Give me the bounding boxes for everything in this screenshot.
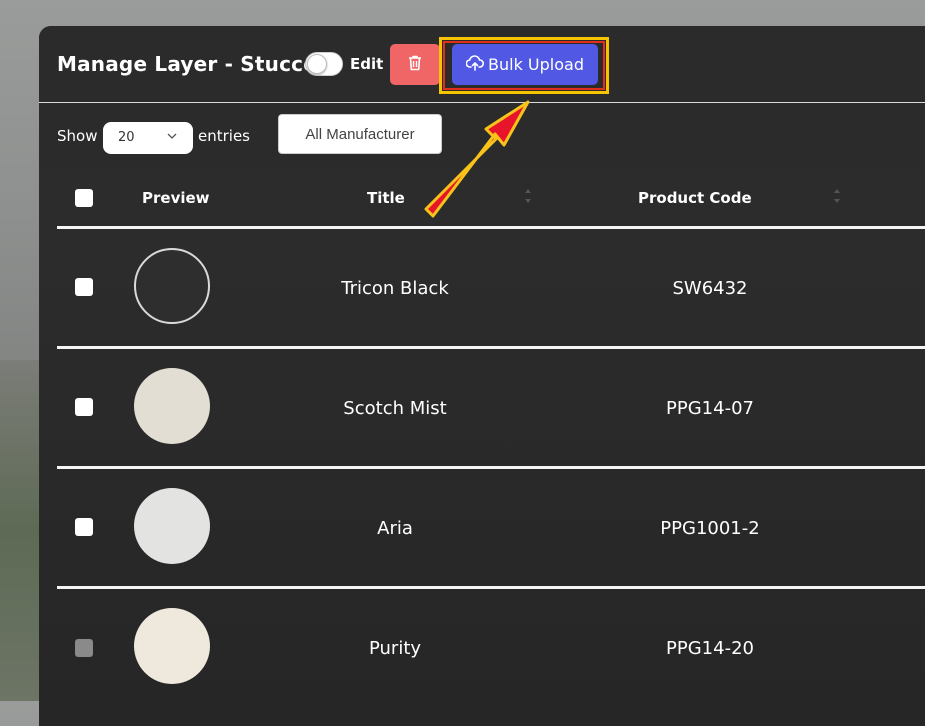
cell-product-code: SW6432 bbox=[672, 278, 748, 299]
table-controls: Show 20 entries All Manufacturer bbox=[57, 110, 925, 156]
cell-product-code: PPG14-20 bbox=[666, 638, 754, 659]
edit-label: Edit bbox=[350, 55, 384, 73]
entries-value: 20 bbox=[118, 130, 135, 145]
cell-title: Scotch Mist bbox=[343, 398, 447, 419]
column-header-product-code[interactable]: Product Code bbox=[638, 189, 752, 207]
cell-title: Aria bbox=[377, 518, 413, 539]
table-row: Aria PPG1001-2 bbox=[57, 469, 925, 589]
cell-product-code: PPG1001-2 bbox=[660, 518, 760, 539]
show-label: Show bbox=[57, 127, 98, 145]
table-row: Scotch Mist PPG14-07 bbox=[57, 349, 925, 469]
bulk-upload-button[interactable]: Bulk Upload bbox=[452, 44, 598, 85]
bulk-upload-label: Bulk Upload bbox=[488, 55, 584, 74]
cloud-upload-icon bbox=[465, 54, 485, 75]
row-checkbox[interactable] bbox=[75, 278, 93, 296]
sort-icon[interactable] bbox=[524, 186, 532, 206]
delete-button[interactable] bbox=[390, 44, 440, 85]
table-row: Purity PPG14-20 bbox=[57, 589, 925, 706]
color-swatch bbox=[134, 248, 210, 324]
table-row: Tricon Black SW6432 bbox=[57, 229, 925, 349]
column-header-preview: Preview bbox=[142, 189, 210, 207]
page-title: Manage Layer - Stucco bbox=[57, 52, 318, 76]
background bbox=[0, 360, 40, 701]
cell-product-code: PPG14-07 bbox=[666, 398, 754, 419]
color-swatch bbox=[134, 608, 210, 684]
column-header-title[interactable]: Title bbox=[367, 189, 405, 207]
entries-label: entries bbox=[198, 127, 250, 145]
chevron-down-icon bbox=[167, 130, 177, 145]
panel-header: Manage Layer - Stucco Edit Bulk Upload bbox=[39, 26, 925, 103]
row-checkbox[interactable] bbox=[75, 639, 93, 657]
cell-title: Tricon Black bbox=[341, 278, 449, 299]
row-checkbox[interactable] bbox=[75, 398, 93, 416]
sort-icon[interactable] bbox=[833, 186, 841, 206]
row-checkbox[interactable] bbox=[75, 518, 93, 536]
entries-select[interactable]: 20 bbox=[103, 122, 193, 154]
cell-title: Purity bbox=[368, 638, 422, 659]
trash-icon bbox=[408, 55, 422, 74]
manufacturer-filter-button[interactable]: All Manufacturer bbox=[278, 114, 442, 154]
edit-toggle[interactable] bbox=[305, 52, 343, 76]
toggle-knob bbox=[307, 54, 327, 74]
table-header: Preview Title Product Code bbox=[57, 174, 925, 229]
select-all-checkbox[interactable] bbox=[75, 189, 93, 207]
color-swatch bbox=[134, 488, 210, 564]
manage-layer-panel: Manage Layer - Stucco Edit Bulk Upload S… bbox=[39, 26, 925, 726]
color-swatch bbox=[134, 368, 210, 444]
